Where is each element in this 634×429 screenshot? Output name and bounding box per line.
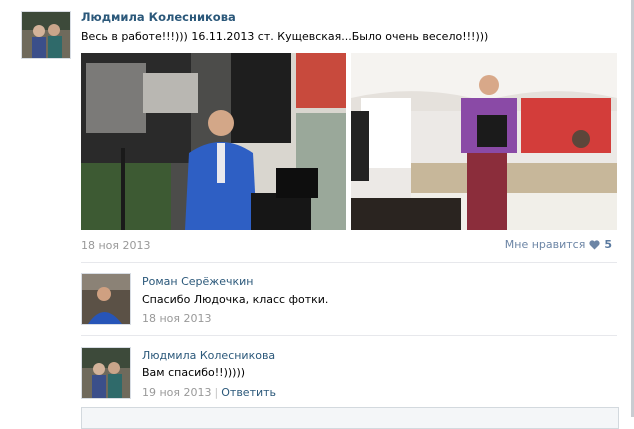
heart-icon: [589, 239, 600, 249]
avatar-image: [82, 274, 130, 324]
comment-text-1: Спасибо Людочка, класс фотки.: [142, 293, 329, 306]
comment-avatar-2[interactable]: [81, 347, 131, 399]
like-button[interactable]: Мне нравится 5: [505, 238, 612, 251]
post-text: Весь в работе!!!))) 16.11.2013 ст. Кущев…: [81, 30, 489, 43]
like-label: Мне нравится: [504, 238, 586, 251]
comment-author-1[interactable]: Роман Серёжечкин: [142, 275, 253, 288]
avatar-image: [82, 348, 130, 398]
post-photo-2[interactable]: [351, 53, 617, 230]
comment-author-2[interactable]: Людмила Колесникова: [142, 349, 275, 362]
divider: [81, 262, 617, 263]
reply-link[interactable]: Ответить: [221, 386, 276, 399]
post-author-name[interactable]: Людмила Колесникова: [81, 10, 236, 24]
comment-date-2[interactable]: 19 ноя 2013: [142, 386, 212, 399]
post-author-avatar[interactable]: [21, 11, 71, 59]
comment-meta-2: 19 ноя 2013 | Ответить: [142, 386, 276, 399]
comment-date-1[interactable]: 18 ноя 2013: [142, 312, 212, 325]
divider: [81, 335, 617, 336]
comment-input-box[interactable]: [81, 407, 619, 429]
comment-text-2: Вам спасибо!!))))): [142, 366, 246, 379]
post-photo-1[interactable]: [81, 53, 346, 230]
post-date[interactable]: 18 ноя 2013: [81, 239, 151, 252]
photo-dj-image: [81, 53, 346, 230]
like-count: 5: [604, 238, 612, 251]
separator: |: [214, 386, 219, 399]
photo-host-image: [351, 53, 617, 230]
comment-avatar-1[interactable]: [81, 273, 131, 325]
avatar-image: [22, 12, 70, 58]
